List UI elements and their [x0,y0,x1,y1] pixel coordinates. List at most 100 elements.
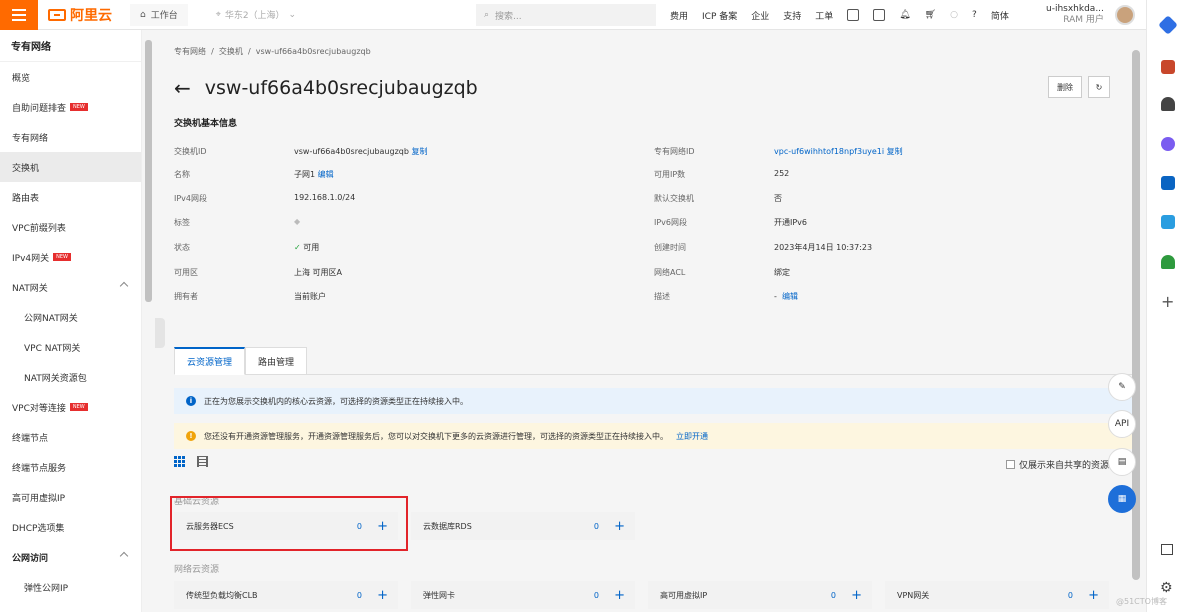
cart-icon[interactable]: 🛒︎ [925,10,936,20]
nav-icp[interactable]: ICP 备案 [702,9,737,22]
refresh-button[interactable]: ↻ [1088,76,1110,98]
add-icon[interactable]: + [1088,588,1099,603]
activate-now-link[interactable]: 立即开通 [676,431,708,442]
avatar[interactable] [1115,5,1135,25]
sidebar-item-vswitch[interactable]: 交换机 [0,152,141,182]
chess-icon[interactable] [1161,97,1175,111]
settings-icon[interactable]: ⚙ [1160,580,1173,596]
info-row: IPv6网段 开通IPv6 [654,218,808,227]
nav-enterprise[interactable]: 企业 [751,9,769,22]
sidebar-item-eip[interactable]: 弹性公网IP [0,572,141,602]
help-icon[interactable]: ? [972,10,977,20]
chat-icon[interactable]: ▤ [1108,448,1136,476]
new-badge: NEW [70,103,88,111]
image-icon[interactable] [873,9,886,21]
sidebar-item-ipv4-gateway[interactable]: IPv4网关 NEW [0,242,141,272]
workbench-button[interactable]: ⌂ 工作台 [130,3,188,26]
sidebar-collapse-handle[interactable] [155,318,165,348]
breadcrumb: 专有网络 / 交换机 / vsw-uf66a4b0srecjubaugzqb [174,47,371,56]
add-icon[interactable]: + [1161,292,1174,311]
nav-fee[interactable]: 费用 [670,9,688,22]
sidebar-item-route-table[interactable]: 路由表 [0,182,141,212]
sidebar-item-public-nat[interactable]: 公网NAT网关 [0,302,141,332]
enable-ipv6-link[interactable]: 开通IPv6 [774,217,807,228]
nav-support[interactable]: 支持 [783,9,801,22]
edit-link[interactable]: 编辑 [318,170,334,179]
tag-icon[interactable]: ◆ [294,217,300,226]
resource-card-rds[interactable]: 云数据库RDS 0 + [411,512,635,540]
language-switch[interactable]: 简体 [991,9,1009,22]
menu-icon[interactable] [0,0,38,30]
resource-card-vpn[interactable]: VPN网关 0 + [885,581,1109,609]
vpc-id-link[interactable]: vpc-uf6wihhtof18npf3uye1i [774,147,884,156]
tab-divider [174,374,1134,375]
sidebar-toggle-icon[interactable] [1161,544,1173,555]
cloud-shell-icon[interactable] [847,9,860,21]
info-row: 可用IP数 252 [654,169,790,179]
username: u-ihsxhkda... [1046,4,1104,14]
resource-card-eni[interactable]: 弹性网卡 0 + [411,581,635,609]
sidebar-group-public-access[interactable]: 公网访问 [0,542,141,572]
sidebar-item-endpoint-service[interactable]: 终端节点服务 [0,452,141,482]
warning-icon: ! [186,431,196,441]
back-arrow-icon[interactable]: ← [174,76,191,100]
sidebar-scrollbar[interactable] [145,40,152,302]
copilot-icon[interactable] [1161,137,1175,151]
resource-card-clb[interactable]: 传统型负载均衡CLB 0 + [174,581,398,609]
copy-link[interactable]: 复制 [411,147,427,156]
bind-acl-link[interactable]: 绑定 [774,267,790,278]
sidebar-item-endpoint[interactable]: 终端节点 [0,422,141,452]
resource-card-havip[interactable]: 高可用虚拟IP 0 + [648,581,872,609]
sidebar-item-overview[interactable]: 概览 [0,62,141,92]
info-notice: i 正在为您展示交换机内的核心云资源，可选择的资源类型正在持续接入中。 [174,388,1134,414]
outlook-icon[interactable] [1161,176,1175,190]
user-menu[interactable]: u-ihsxhkda... RAM 用户 [1046,4,1104,26]
tag-icon[interactable] [1158,15,1178,35]
sidebar-item-dhcp[interactable]: DHCP选项集 [0,512,141,542]
info-row: 名称 子网1 编辑 [174,170,334,179]
check-icon: ✓ [294,243,301,252]
briefcase-icon[interactable] [1161,60,1175,74]
api-button[interactable]: API [1108,410,1136,438]
add-icon[interactable]: + [851,588,862,603]
edit-link[interactable]: 编辑 [782,292,798,301]
shared-only-checkbox[interactable]: 仅展示来自共享的资源 [1006,458,1109,471]
sidebar-item-vpc[interactable]: 专有网络 [0,122,141,152]
nav-ticket[interactable]: 工单 [815,9,833,22]
apps-icon[interactable]: ▦ [1108,485,1136,513]
breadcrumb-vpc[interactable]: 专有网络 [174,47,206,56]
list-view-icon[interactable] [197,456,208,467]
search-input[interactable]: ⌕ 搜索... [476,4,656,26]
grid-view-icon[interactable] [174,456,185,467]
chevron-up-icon [119,281,129,291]
sidebar: 专有网络 概览 自助问题排查 NEW 专有网络 交换机 路由表 VPC前缀列表 I… [0,30,142,612]
breadcrumb-vswitch[interactable]: 交换机 [219,47,243,56]
delete-button[interactable]: 删除 [1048,76,1082,98]
sidebar-item-nat-package[interactable]: NAT网关资源包 [0,362,141,392]
info-row: 标签 ◆ [174,217,301,227]
region-selector[interactable]: ⌖ 华东2（上海） ⌄ [216,8,316,22]
sidebar-item-vpc-nat[interactable]: VPC NAT网关 [0,332,141,362]
send-icon[interactable] [1161,215,1175,229]
sidebar-item-nat-gateway[interactable]: NAT网关 [0,272,141,302]
bell-icon[interactable]: 🔔︎ [899,10,910,20]
feedback-icon[interactable]: ✎ [1108,373,1136,401]
sidebar-item-havip[interactable]: 高可用虚拟IP [0,482,141,512]
breadcrumb-current: vsw-uf66a4b0srecjubaugzqb [255,47,371,56]
aliyun-logo[interactable]: 阿里云 [48,5,128,25]
add-icon[interactable]: + [377,588,388,603]
add-icon[interactable]: + [614,519,625,534]
tab-cloud-resources[interactable]: 云资源管理 [174,347,246,375]
copy-link[interactable]: 复制 [887,147,903,156]
sidebar-item-troubleshoot[interactable]: 自助问题排查 NEW [0,92,141,122]
sidebar-item-vpc-peering[interactable]: VPC对等连接 NEW [0,392,141,422]
sidebar-item-prefix-list[interactable]: VPC前缀列表 [0,212,141,242]
info-row: 状态 ✓ 可用 [174,243,320,252]
checkbox[interactable] [1006,460,1015,469]
info-row: 默认交换机否 [654,194,782,203]
tab-route-management[interactable]: 路由管理 [245,347,308,375]
add-icon[interactable]: + [614,588,625,603]
lightbulb-icon[interactable]: ○ [950,10,958,20]
tree-icon[interactable] [1161,255,1175,269]
main-scrollbar[interactable] [1132,50,1140,600]
